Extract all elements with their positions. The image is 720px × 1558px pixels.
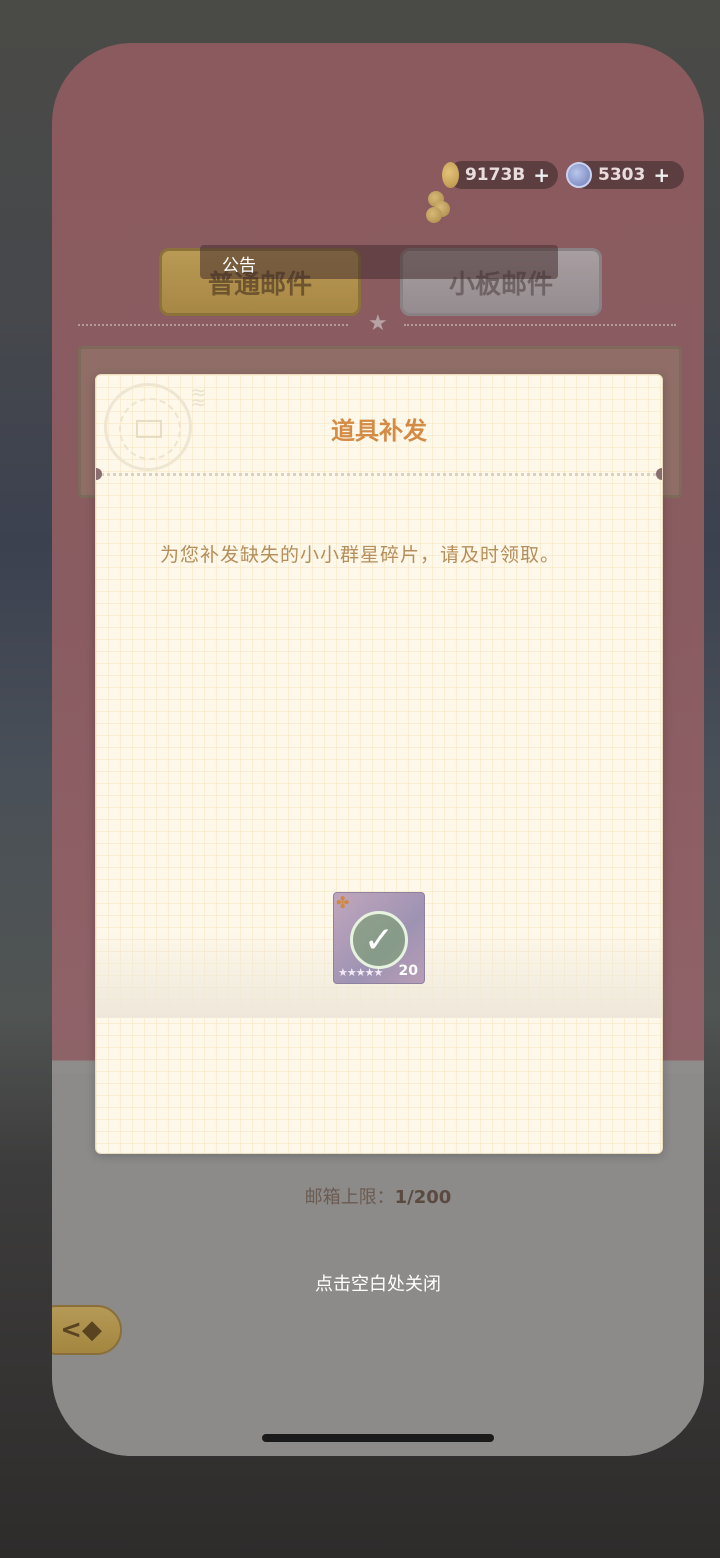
back-button[interactable]: <◆: [52, 1305, 122, 1355]
gems-balance: 5303 +: [566, 161, 684, 189]
divider-left: [78, 324, 348, 326]
gem-icon: [566, 162, 592, 188]
gems-value: 5303: [598, 165, 646, 185]
coin-pile-icon: [426, 191, 452, 223]
mailbox-limit-label: 邮箱上限：: [304, 1187, 395, 1208]
home-indicator[interactable]: [262, 1434, 494, 1442]
star-icon: ★: [368, 311, 388, 336]
dialog-title: 道具补发: [331, 417, 427, 445]
dialog-message: 为您补发缺失的小小群星碎片，请及时领取。: [160, 544, 561, 566]
back-arrow-icon: <◆: [60, 1315, 102, 1345]
star-fragment-icon: ✤: [336, 893, 350, 912]
announcement-label: 公告: [222, 256, 256, 276]
dialog-separator: [96, 473, 662, 476]
item-reissue-dialog: ≈ ≈ 道具补发 为您补发缺失的小小群星碎片，请及时领取。 ✤ ✓ ★★★★★ 2…: [95, 374, 663, 1154]
add-coins-button[interactable]: +: [533, 163, 550, 187]
close-hint[interactable]: 点击空白处关闭: [52, 1270, 704, 1296]
claimed-check-icon: ✓: [350, 911, 408, 969]
mailbox-limit: 邮箱上限：1/200: [52, 1183, 704, 1209]
item-count: 20: [398, 963, 418, 979]
separator-notch-right: [656, 468, 662, 480]
separator-notch-left: [96, 468, 102, 480]
item-rarity-stars: ★★★★★: [338, 966, 383, 979]
divider-right: [404, 324, 676, 326]
coin-icon: [442, 162, 459, 188]
reward-item[interactable]: ✤ ✓ ★★★★★ 20: [333, 892, 425, 984]
coins-value: 9173B: [464, 165, 526, 185]
add-gems-button[interactable]: +: [653, 163, 670, 187]
coins-balance: 9173B +: [442, 161, 558, 189]
mailbox-limit-value: 1/200: [394, 1187, 452, 1208]
